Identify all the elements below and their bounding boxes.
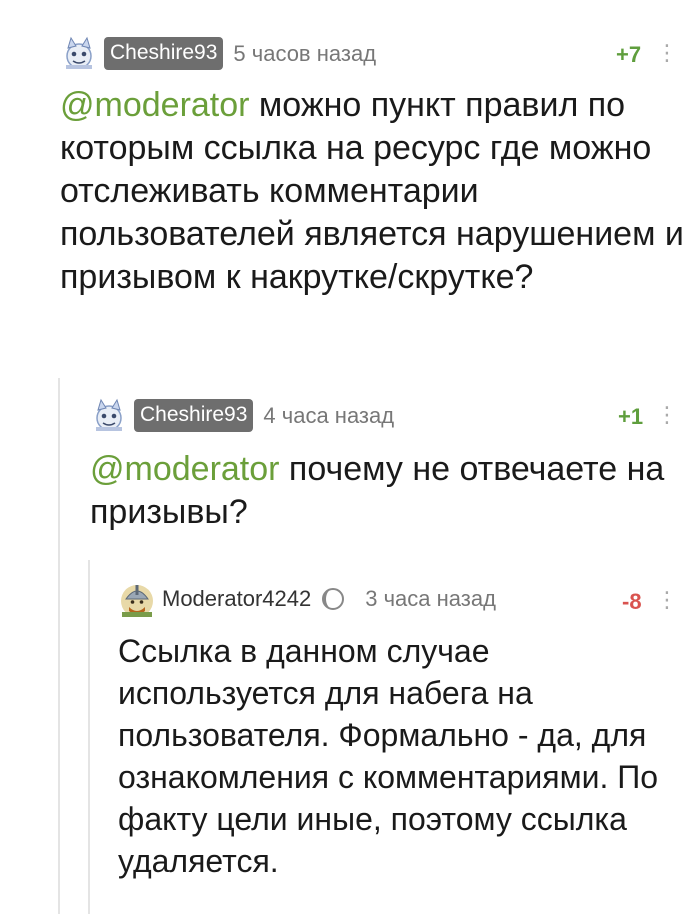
knight-avatar-icon — [121, 585, 153, 617]
more-vertical-icon[interactable]: ⋮ — [656, 404, 678, 426]
user-mention[interactable]: @moderator — [60, 86, 249, 124]
more-vertical-icon[interactable]: ⋮ — [656, 42, 678, 64]
cat-avatar-icon — [96, 398, 122, 431]
comment-rating: +7 — [616, 42, 642, 67]
moderator-moon-icon — [321, 587, 345, 611]
thread-branch-line-nested — [88, 560, 90, 914]
comment-time[interactable]: 4 часа назад — [263, 403, 394, 429]
comment-text: Ссылка в данном случае используется для … — [118, 630, 680, 882]
comment-meta: Cheshire93 5 часов назад — [104, 37, 376, 70]
user-avatar[interactable] — [60, 34, 98, 72]
comment-text: @moderator можно пункт правил по которым… — [60, 84, 690, 299]
comment-body: Ссылка в данном случае используется для … — [118, 633, 659, 879]
username-badge[interactable]: Cheshire93 — [104, 37, 224, 70]
cat-avatar-icon — [66, 36, 92, 69]
username[interactable]: Moderator4242 — [162, 586, 311, 612]
comment-meta: Cheshire93 4 часа назад — [134, 399, 394, 432]
thread-branch-line — [58, 378, 60, 914]
comment-rating: +1 — [618, 404, 644, 429]
user-avatar[interactable] — [118, 581, 156, 619]
more-vertical-icon[interactable]: ⋮ — [656, 589, 678, 611]
comment-time[interactable]: 5 часов назад — [233, 41, 376, 67]
comment-rating: -8 — [622, 589, 642, 614]
user-avatar[interactable] — [90, 396, 128, 434]
comment-meta: Moderator4242 3 часа назад — [162, 586, 496, 612]
user-mention[interactable]: @moderator — [90, 450, 279, 488]
username-badge[interactable]: Cheshire93 — [134, 399, 254, 432]
comment-time[interactable]: 3 часа назад — [365, 586, 496, 612]
comment-text: @moderator почему не отвечаете на призыв… — [90, 448, 680, 534]
